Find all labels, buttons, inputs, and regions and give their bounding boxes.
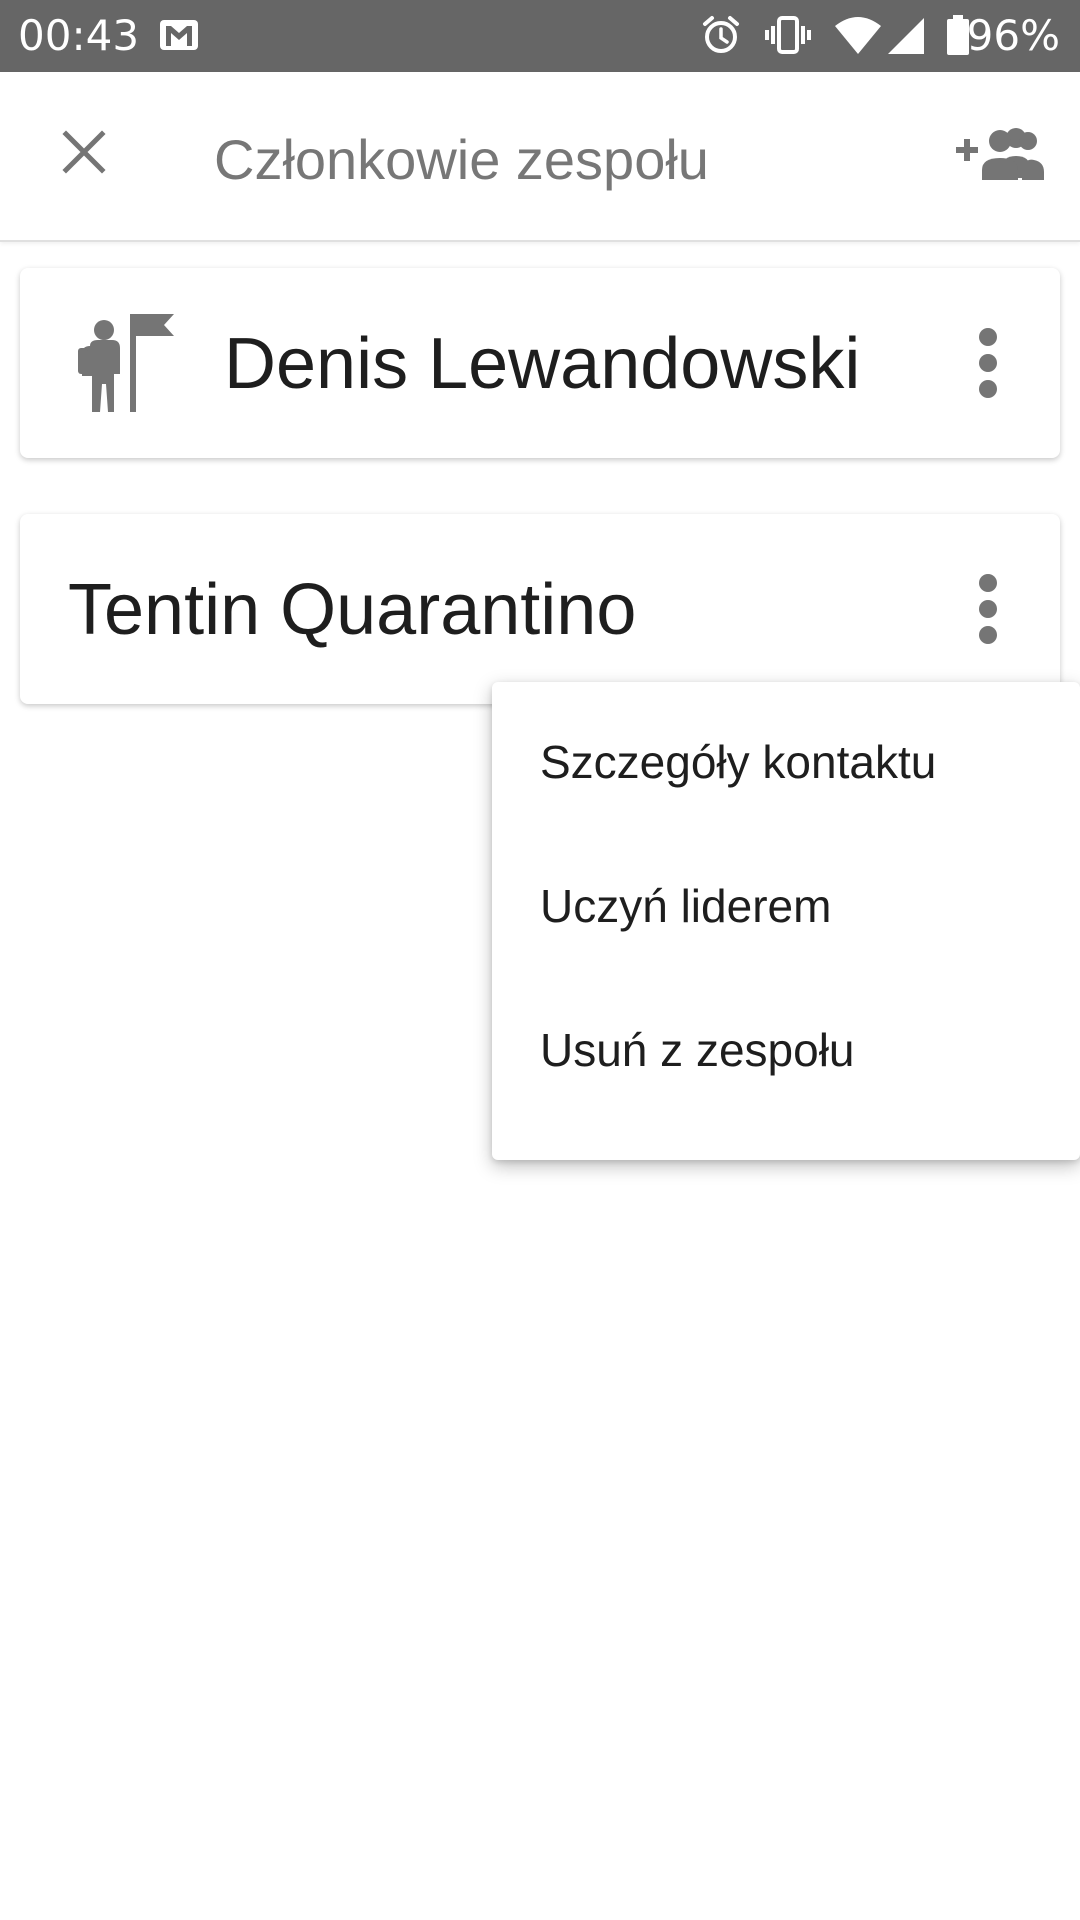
close-icon bbox=[62, 130, 106, 174]
more-vert-icon bbox=[979, 574, 997, 644]
wifi-icon bbox=[834, 14, 882, 61]
status-bar: 00:43 96% bbox=[0, 0, 1080, 72]
signal-icon bbox=[886, 14, 926, 61]
member-card[interactable]: Tentin Quarantino bbox=[20, 514, 1060, 704]
leader-flag-icon bbox=[72, 304, 192, 424]
battery-percentage: 96% bbox=[966, 11, 1060, 60]
more-vert-icon bbox=[979, 328, 997, 398]
menu-item-label: Szczegóły kontaktu bbox=[540, 736, 937, 788]
page-title: Członkowie zespołu bbox=[214, 128, 709, 191]
status-time: 00:43 bbox=[18, 11, 140, 60]
member-options-menu: Szczegóły kontaktu Uczyń liderem Usuń z … bbox=[492, 682, 1080, 1160]
more-options-button[interactable] bbox=[948, 559, 1028, 659]
group-add-icon bbox=[956, 128, 1044, 180]
add-member-button[interactable] bbox=[952, 114, 1048, 194]
close-button[interactable] bbox=[44, 112, 124, 192]
more-options-button[interactable] bbox=[948, 313, 1028, 413]
menu-item-label: Uczyń liderem bbox=[540, 880, 832, 932]
vibrate-icon bbox=[764, 14, 812, 61]
member-name: Tentin Quarantino bbox=[68, 570, 637, 650]
menu-item-remove-from-team[interactable]: Usuń z zespołu bbox=[492, 978, 1080, 1122]
gmail-icon bbox=[158, 14, 200, 61]
menu-item-make-leader[interactable]: Uczyń liderem bbox=[492, 834, 1080, 978]
menu-item-contact-details[interactable]: Szczegóły kontaktu bbox=[492, 690, 1080, 834]
menu-item-label: Usuń z zespołu bbox=[540, 1024, 855, 1076]
alarm-icon bbox=[700, 14, 742, 61]
app-bar: Członkowie zespołu bbox=[0, 72, 1080, 242]
member-card[interactable]: Denis Lewandowski bbox=[20, 268, 1060, 458]
member-name: Denis Lewandowski bbox=[224, 324, 861, 404]
